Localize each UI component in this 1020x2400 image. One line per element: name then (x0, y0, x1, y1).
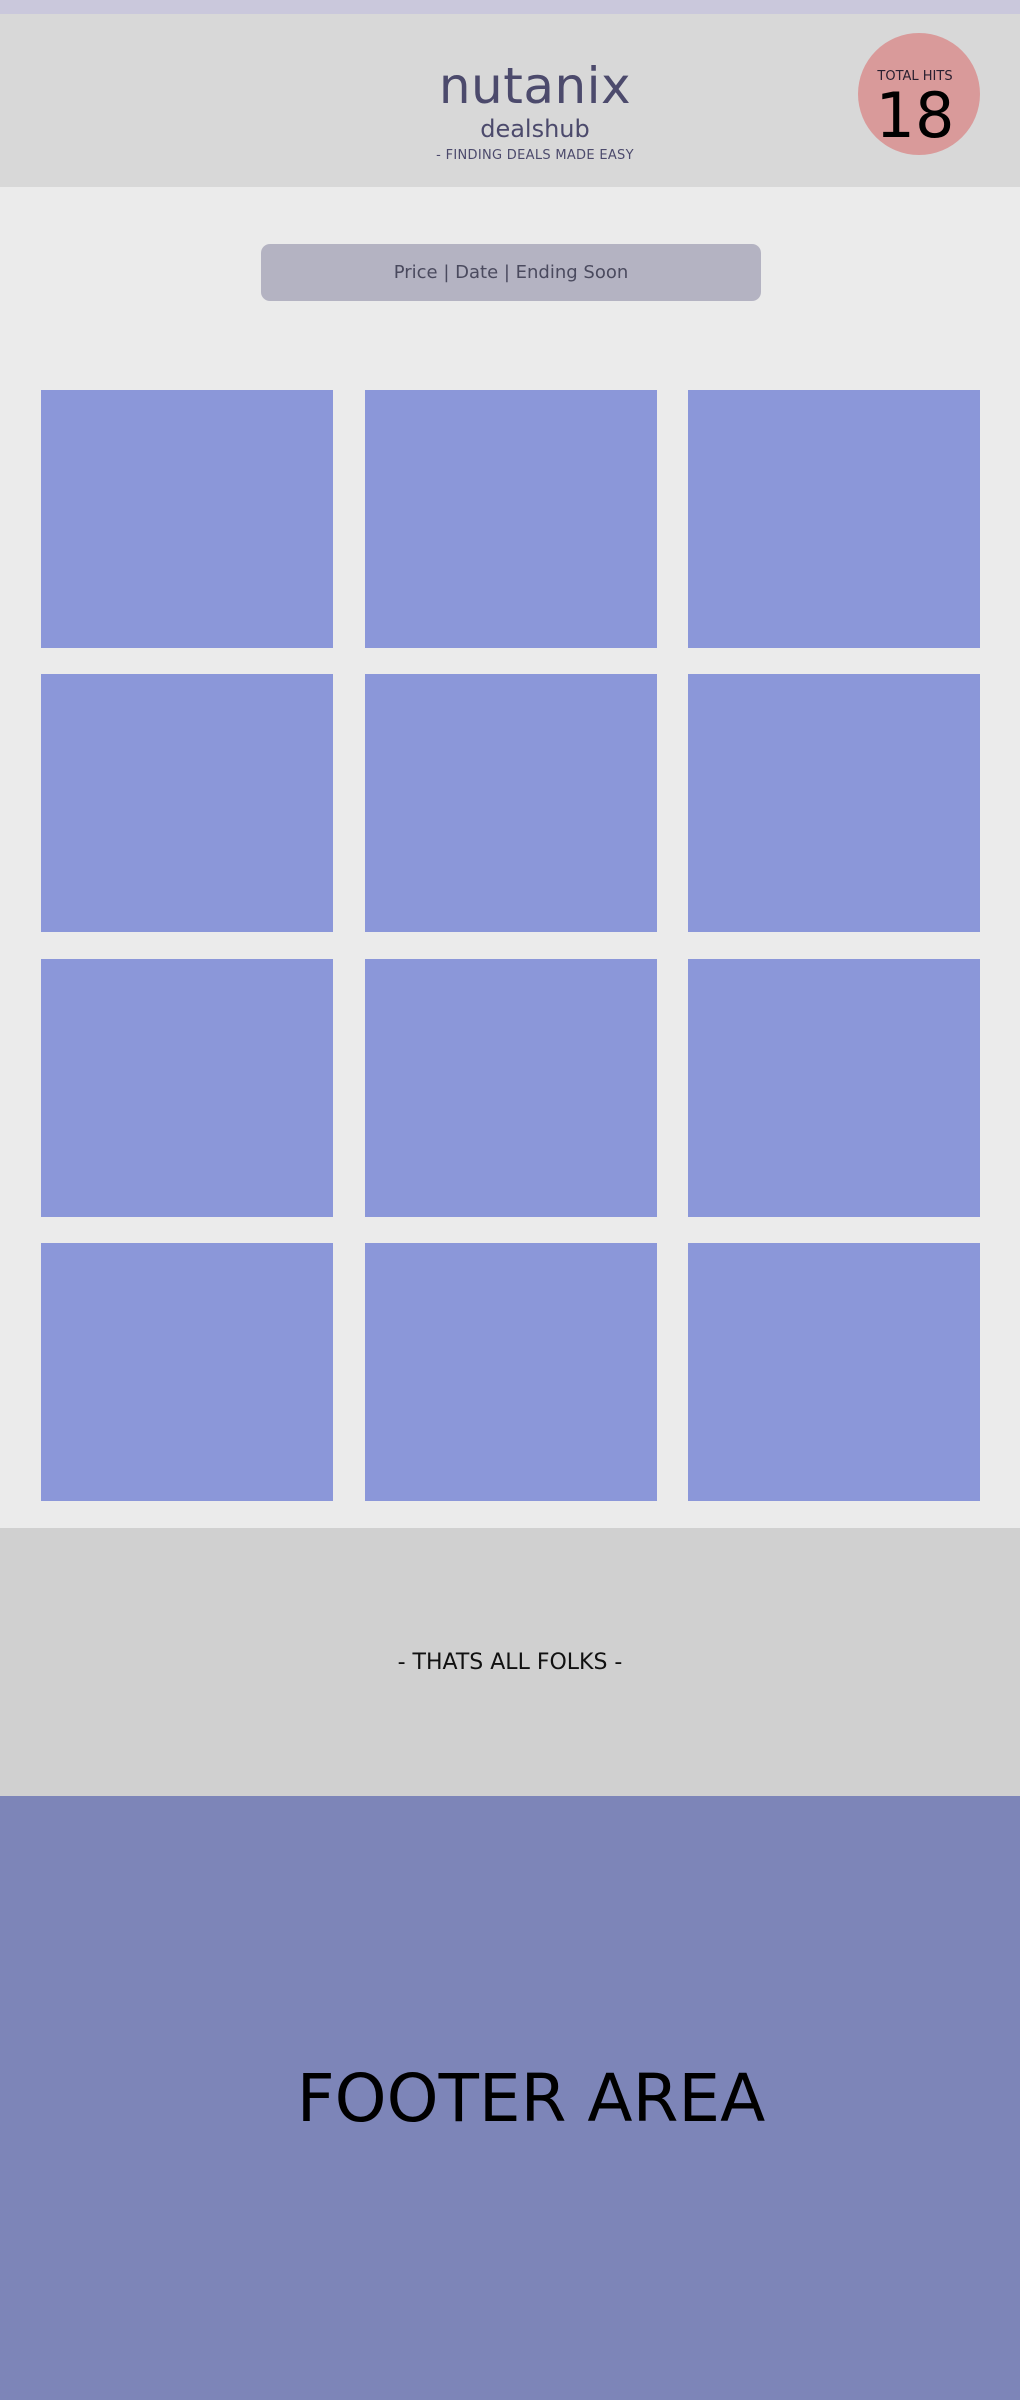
deal-card[interactable] (41, 959, 333, 1217)
top-strip (0, 0, 1020, 14)
deal-card[interactable] (365, 390, 657, 648)
deal-card[interactable] (365, 674, 657, 932)
deal-card[interactable] (365, 959, 657, 1217)
deal-card[interactable] (688, 390, 980, 648)
end-of-results-message: - THATS ALL FOLKS - (397, 1649, 623, 1675)
deal-card[interactable] (365, 1243, 657, 1501)
sort-options-bar[interactable]: Price | Date | Ending Soon (261, 244, 761, 301)
footer-label: FOOTER AREA (296, 2059, 766, 2137)
deal-card[interactable] (688, 674, 980, 932)
deal-card[interactable] (41, 1243, 333, 1501)
site-header: nutanix dealshub - FINDING DEALS MADE EA… (0, 14, 1020, 187)
deal-card[interactable] (41, 674, 333, 932)
total-hits-count: 18 (875, 79, 955, 152)
deal-card[interactable] (41, 390, 333, 648)
end-of-results-section: - THATS ALL FOLKS - (0, 1528, 1020, 1796)
deal-card[interactable] (688, 959, 980, 1217)
footer-area: FOOTER AREA (0, 1796, 1020, 2400)
deal-card[interactable] (688, 1243, 980, 1501)
sort-options-label: Price | Date | Ending Soon (393, 262, 629, 283)
total-hits-badge: TOTAL HITS 18 (858, 33, 980, 155)
